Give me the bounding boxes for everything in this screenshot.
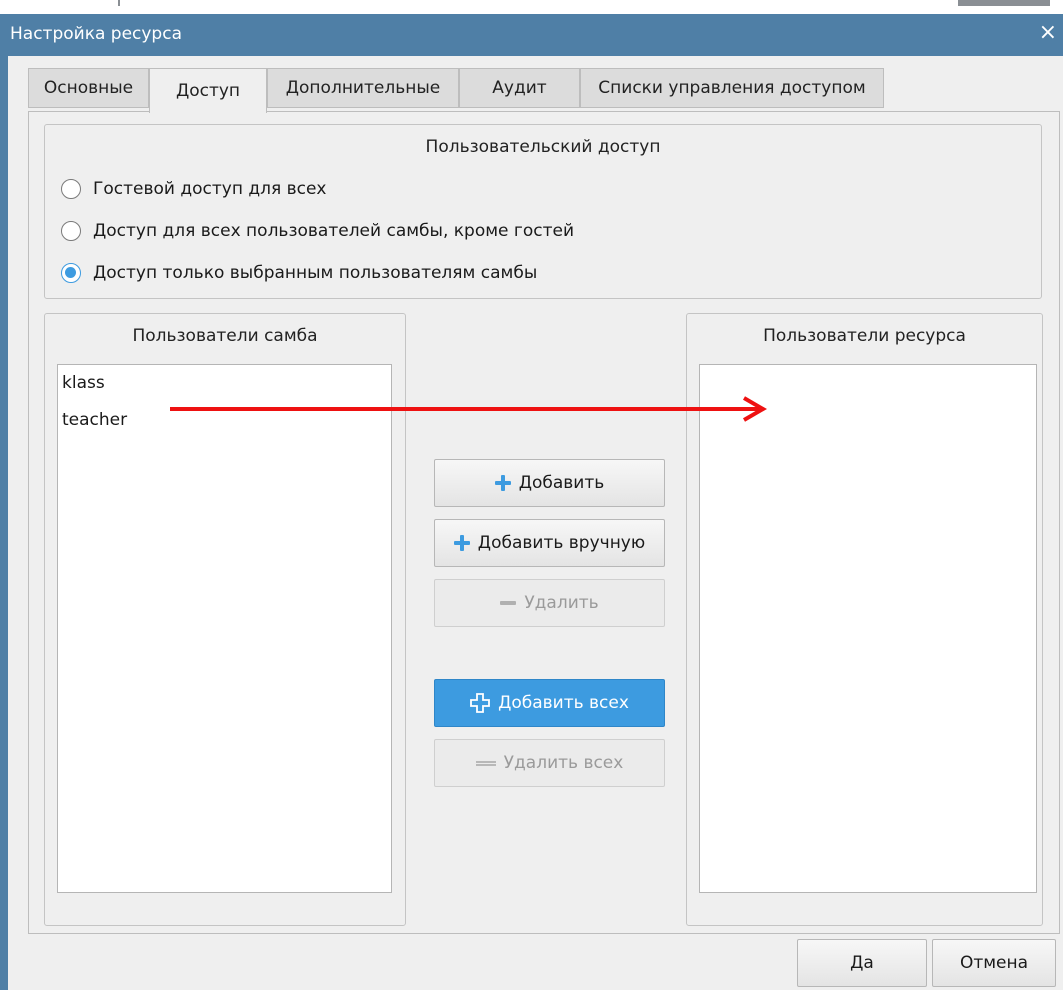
button-label: Удалить bbox=[524, 593, 599, 613]
top-strip-mark bbox=[118, 0, 120, 6]
cancel-button[interactable]: Отмена bbox=[932, 939, 1056, 987]
minus-icon bbox=[500, 595, 517, 611]
tab-basic[interactable]: Основные bbox=[28, 68, 149, 108]
radio-button-checked[interactable] bbox=[61, 263, 81, 283]
window-title: Настройка ресурса bbox=[10, 24, 182, 44]
add-all-button[interactable]: Добавить всех bbox=[434, 679, 665, 727]
radio-selected-users[interactable]: Доступ только выбранным пользователям са… bbox=[61, 263, 537, 283]
double-minus-icon bbox=[475, 755, 496, 771]
group-title: Пользователи ресурса bbox=[763, 326, 966, 346]
top-strip-mark bbox=[958, 0, 1050, 6]
close-icon[interactable]: × bbox=[1039, 20, 1057, 45]
plus-icon bbox=[453, 535, 470, 551]
annotation-arrow bbox=[170, 396, 767, 422]
tab-label: Дополнительные bbox=[285, 78, 441, 98]
list-item[interactable]: teacher bbox=[62, 410, 127, 430]
tab-label: Основные bbox=[43, 78, 134, 98]
radio-button[interactable] bbox=[61, 179, 81, 199]
radio-label: Доступ для всех пользователей самбы, кро… bbox=[93, 221, 575, 241]
samba-users-list[interactable]: klass teacher bbox=[57, 364, 392, 893]
group-title: Пользователи самба bbox=[132, 326, 318, 346]
title-bar: Настройка ресурса × bbox=[0, 14, 1063, 56]
remove-all-button[interactable]: Удалить всех bbox=[434, 739, 665, 787]
radio-all-samba-users[interactable]: Доступ для всех пользователей самбы, кро… bbox=[61, 221, 574, 241]
resource-users-list[interactable] bbox=[699, 364, 1037, 893]
add-button[interactable]: Добавить bbox=[434, 459, 665, 507]
remove-button[interactable]: Удалить bbox=[434, 579, 665, 627]
user-access-group: Пользовательский доступ Гостевой доступ … bbox=[44, 124, 1042, 299]
button-label: Добавить bbox=[518, 473, 605, 493]
top-strip bbox=[0, 0, 1063, 14]
radio-label: Гостевой доступ для всех bbox=[93, 179, 327, 199]
button-label: Добавить всех bbox=[498, 693, 629, 713]
tab-access[interactable]: Доступ bbox=[149, 68, 267, 113]
tab-advanced[interactable]: Дополнительные bbox=[267, 68, 459, 108]
access-tab-panel: Пользовательский доступ Гостевой доступ … bbox=[28, 111, 1060, 934]
button-label: Добавить вручную bbox=[477, 533, 646, 553]
radio-label: Доступ только выбранным пользователям са… bbox=[93, 263, 538, 283]
share-settings-dialog: Настройка ресурса × Основные Доступ Допо… bbox=[0, 14, 1063, 990]
outline-plus-icon bbox=[470, 693, 490, 713]
ok-button[interactable]: Да bbox=[797, 939, 927, 987]
radio-button[interactable] bbox=[61, 221, 81, 241]
plus-icon bbox=[494, 475, 511, 491]
tab-acl[interactable]: Списки управления доступом bbox=[580, 68, 884, 108]
tab-label: Аудит bbox=[492, 78, 547, 98]
group-title: Пользовательский доступ bbox=[425, 137, 661, 157]
tab-label: Доступ bbox=[175, 81, 241, 101]
button-label: Отмена bbox=[959, 953, 1029, 973]
list-item[interactable]: klass bbox=[62, 373, 105, 393]
add-manually-button[interactable]: Добавить вручную bbox=[434, 519, 665, 567]
button-label: Удалить всех bbox=[503, 753, 624, 773]
tab-audit[interactable]: Аудит bbox=[459, 68, 580, 108]
tab-label: Списки управления доступом bbox=[598, 78, 866, 98]
button-label: Да bbox=[850, 953, 874, 973]
radio-guest-access[interactable]: Гостевой доступ для всех bbox=[61, 179, 326, 199]
